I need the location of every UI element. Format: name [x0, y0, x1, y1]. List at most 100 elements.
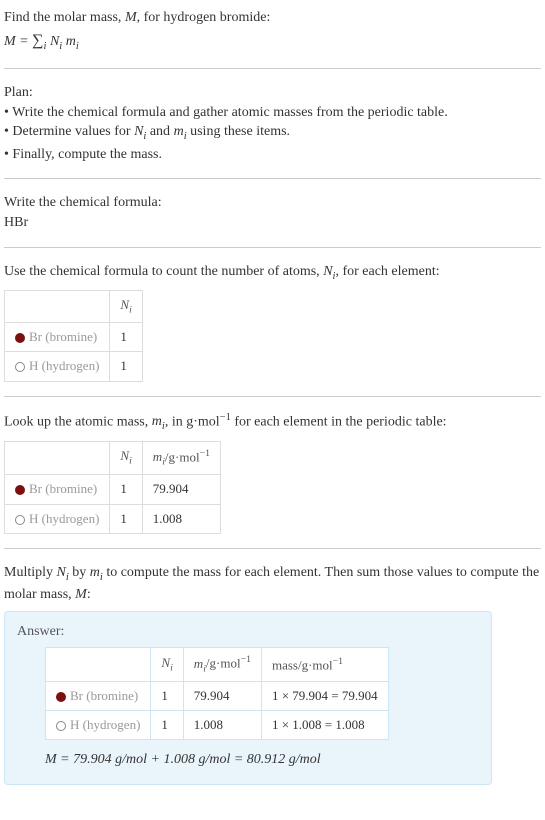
mul-M: M — [75, 587, 87, 602]
mul-mi: mi — [90, 565, 103, 580]
br-Ni: 1 — [110, 475, 142, 504]
table-header-row: Ni mi/g·mol−1 — [5, 441, 221, 475]
answer-table: Ni mi/g·mol−1 mass/g·mol−1 Br (bromine) … — [45, 647, 389, 740]
intro-line: Find the molar mass, M, for hydrogen bro… — [4, 8, 541, 28]
element-label: H (hydrogen) — [29, 358, 99, 373]
plan-b2-suffix: using these items. — [187, 124, 290, 139]
count-atoms-block: Use the chemical formula to count the nu… — [4, 262, 541, 382]
mul-end: : — [87, 587, 91, 602]
intro-M: M — [125, 10, 137, 25]
chemical-formula: HBr — [4, 213, 541, 233]
atomic-mass-text: Look up the atomic mass, mi, in g·mol−1 … — [4, 411, 541, 435]
mass-label: mass/g·mol — [272, 657, 333, 672]
neg1: −1 — [241, 654, 251, 665]
atom-count-table: Ni Br (bromine) 1 H (hydrogen) 1 — [4, 290, 143, 382]
table-row: H (hydrogen) 1 1.008 — [5, 504, 221, 533]
divider — [4, 548, 541, 549]
plan-bullet-2: • Determine values for Ni and mi using t… — [4, 122, 541, 144]
neg1: −1 — [333, 656, 343, 667]
write-formula-heading: Write the chemical formula: — [4, 193, 541, 213]
col-element — [46, 648, 151, 682]
col-mi: mi/g·mol−1 — [183, 648, 261, 682]
table-header-row: Ni mi/g·mol−1 mass/g·mol−1 — [46, 648, 389, 682]
table-header-row: Ni — [5, 291, 143, 323]
col-Ni: Ni — [151, 648, 183, 682]
br-Ni: 1 — [110, 323, 142, 352]
intro-text-2: , for hydrogen bromide: — [137, 10, 271, 25]
bromine-swatch-icon — [15, 485, 25, 495]
element-label: Br (bromine) — [70, 688, 138, 703]
mul-prefix: Multiply — [4, 565, 57, 580]
plan-b2-prefix: • Determine values for — [4, 124, 134, 139]
divider — [4, 178, 541, 179]
plan-b2-mid: and — [146, 124, 173, 139]
am-mi: mi — [152, 414, 165, 429]
answer-label: Answer: — [17, 622, 479, 642]
element-h: H (hydrogen) — [46, 711, 151, 740]
element-label: H (hydrogen) — [70, 717, 140, 732]
element-br: Br (bromine) — [5, 475, 110, 504]
final-answer: M = 79.904 g/mol + 1.008 g/mol = 80.912 … — [45, 750, 479, 770]
element-h: H (hydrogen) — [5, 504, 110, 533]
intro-formula: M = ∑i Ni mi — [4, 30, 541, 54]
element-label: Br (bromine) — [29, 481, 97, 496]
element-br: Br (bromine) — [46, 681, 151, 710]
br-mass: 1 × 79.904 = 79.904 — [261, 681, 388, 710]
hydrogen-swatch-icon — [15, 362, 25, 372]
table-row: H (hydrogen) 1 — [5, 352, 143, 381]
multiply-text: Multiply Ni by mi to compute the mass fo… — [4, 563, 541, 605]
hydrogen-swatch-icon — [15, 515, 25, 525]
formula-text: M = ∑i Ni mi — [4, 34, 79, 49]
hydrogen-swatch-icon — [56, 721, 66, 731]
intro-block: Find the molar mass, M, for hydrogen bro… — [4, 8, 541, 54]
col-mi: mi/g·mol−1 — [142, 441, 220, 475]
bromine-swatch-icon — [56, 692, 66, 702]
final-M: M — [45, 752, 57, 767]
count-Ni: Ni — [323, 264, 335, 279]
am-mid: , in g·mol — [165, 414, 220, 429]
multiply-block: Multiply Ni by mi to compute the mass fo… — [4, 563, 541, 785]
h-Ni: 1 — [151, 711, 183, 740]
plan-bullet-1: • Write the chemical formula and gather … — [4, 103, 541, 123]
table-row: Br (bromine) 1 79.904 1 × 79.904 = 79.90… — [46, 681, 389, 710]
am-suffix: for each element in the periodic table: — [231, 414, 447, 429]
h-mi: 1.008 — [142, 504, 220, 533]
plan-heading: Plan: — [4, 83, 541, 103]
divider — [4, 396, 541, 397]
answer-panel: Answer: Ni mi/g·mol−1 mass/g·mol−1 Br (b… — [4, 611, 492, 785]
table-row: Br (bromine) 1 79.904 — [5, 475, 221, 504]
intro-text: Find the molar mass, — [4, 10, 125, 25]
plan-Ni: Ni — [134, 124, 146, 139]
bromine-swatch-icon — [15, 333, 25, 343]
h-mi: 1.008 — [183, 711, 261, 740]
col-element — [5, 291, 110, 323]
mul-Ni: Ni — [57, 565, 69, 580]
count-suffix: , for each element: — [335, 264, 439, 279]
final-text: = 79.904 g/mol + 1.008 g/mol = 80.912 g/… — [57, 752, 321, 767]
col-mass: mass/g·mol−1 — [261, 648, 388, 682]
am-neg1: −1 — [220, 412, 231, 423]
mul-mid: by — [69, 565, 90, 580]
neg1: −1 — [200, 448, 210, 459]
br-mi: 79.904 — [142, 475, 220, 504]
element-label: H (hydrogen) — [29, 511, 99, 526]
element-br: Br (bromine) — [5, 323, 110, 352]
br-Ni: 1 — [151, 681, 183, 710]
plan-bullet-3: • Finally, compute the mass. — [4, 145, 541, 165]
plan-mi: mi — [174, 124, 187, 139]
h-Ni: 1 — [110, 504, 142, 533]
table-row: H (hydrogen) 1 1.008 1 × 1.008 = 1.008 — [46, 711, 389, 740]
br-mi: 79.904 — [183, 681, 261, 710]
write-formula-block: Write the chemical formula: HBr — [4, 193, 541, 232]
count-prefix: Use the chemical formula to count the nu… — [4, 264, 323, 279]
col-Ni: Ni — [110, 441, 142, 475]
element-label: Br (bromine) — [29, 329, 97, 344]
divider — [4, 68, 541, 69]
col-Ni: Ni — [110, 291, 142, 323]
col-element — [5, 441, 110, 475]
table-row: Br (bromine) 1 — [5, 323, 143, 352]
am-prefix: Look up the atomic mass, — [4, 414, 152, 429]
atomic-mass-block: Look up the atomic mass, mi, in g·mol−1 … — [4, 411, 541, 534]
count-atoms-text: Use the chemical formula to count the nu… — [4, 262, 541, 284]
h-Ni: 1 — [110, 352, 142, 381]
